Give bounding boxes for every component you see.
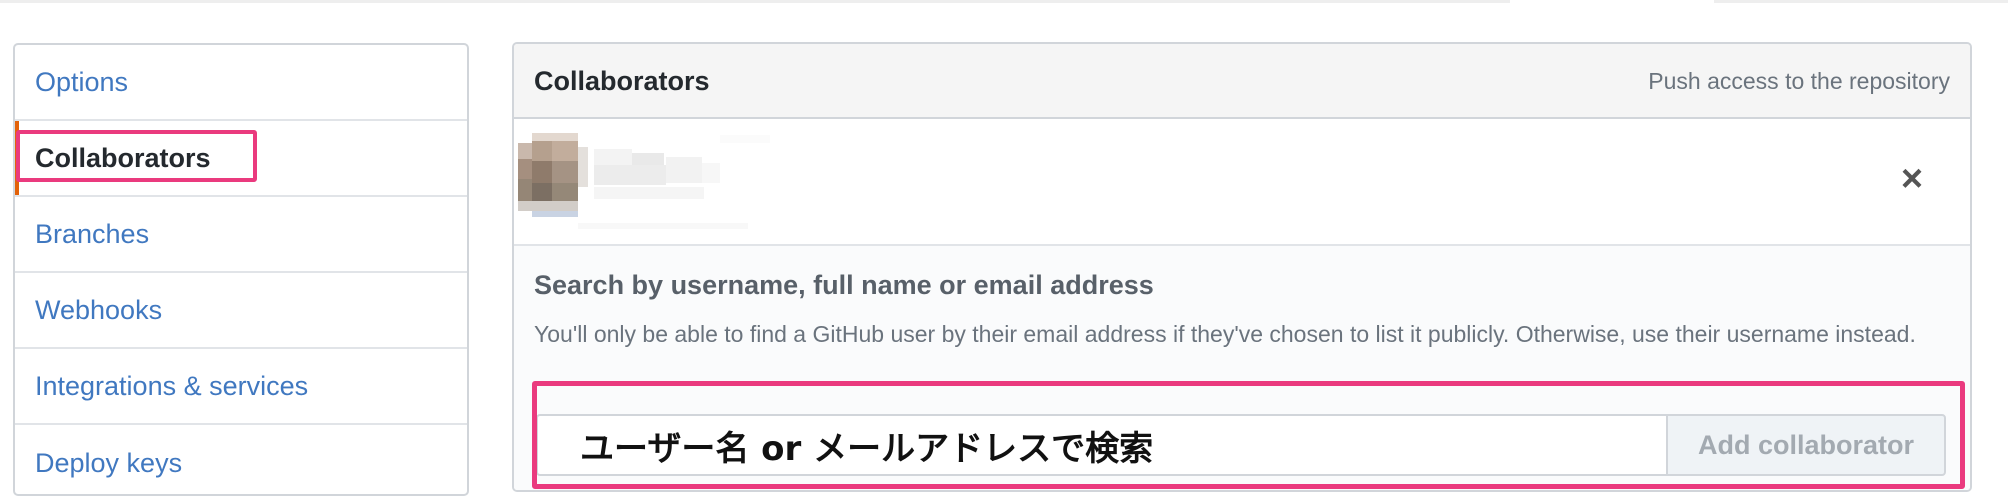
annotation-highlight-sidebar [16, 130, 257, 182]
blurred-avatar-and-name [518, 133, 770, 229]
panel-title: Collaborators [534, 66, 710, 96]
top-divider-gap [1510, 0, 1714, 3]
sidebar-item-webhooks[interactable]: Webhooks [15, 273, 467, 349]
sidebar-item-branches[interactable]: Branches [15, 197, 467, 273]
search-help-text: You'll only be able to find a GitHub use… [534, 321, 1916, 347]
search-heading: Search by username, full name or email a… [534, 270, 1154, 300]
sidebar-item-label: Options [35, 66, 129, 97]
annotation-highlight-search [532, 381, 1965, 489]
panel-header: Collaborators Push access to the reposit… [514, 44, 1970, 119]
sidebar-item-label: Branches [35, 218, 150, 249]
sidebar-item-integrations[interactable]: Integrations & services [15, 349, 467, 425]
sidebar-item-options[interactable]: Options [15, 45, 467, 121]
sidebar-item-deploy-keys[interactable]: Deploy keys [15, 425, 467, 494]
remove-collaborator-icon[interactable]: × [1894, 160, 1930, 198]
sidebar-item-label: Webhooks [35, 294, 163, 325]
settings-sidebar: Options Collaborators Branches Webhooks … [13, 43, 469, 496]
sidebar-item-label: Integrations & services [35, 370, 309, 401]
collaborator-row: × [514, 119, 1970, 246]
sidebar-item-label: Deploy keys [35, 447, 183, 478]
panel-note: Push access to the repository [1648, 68, 1950, 94]
